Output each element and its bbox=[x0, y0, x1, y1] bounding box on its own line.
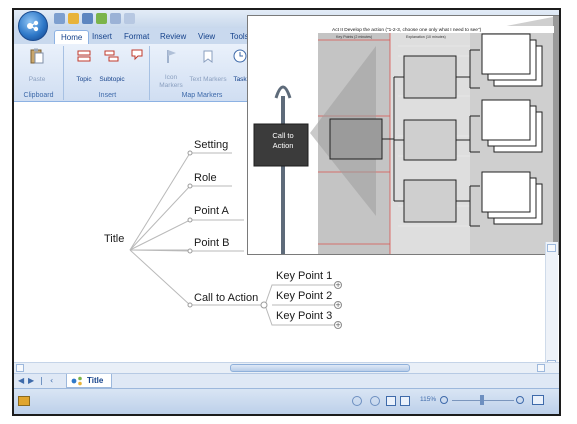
horizontal-scroll-thumb[interactable] bbox=[230, 364, 410, 372]
topic-call-to-action[interactable]: Call to Action bbox=[194, 292, 258, 304]
subtopic-button[interactable]: Subtopic bbox=[98, 48, 126, 83]
connector-setting bbox=[129, 152, 232, 251]
subtopic-key-point-1[interactable]: Key Point 1 bbox=[276, 270, 332, 282]
tab-nav-first-icon[interactable]: ◀ bbox=[18, 376, 24, 385]
group-clipboard: Paste Clipboard bbox=[14, 46, 64, 100]
document-tab-title[interactable]: Title bbox=[66, 374, 113, 388]
tab-format[interactable]: Format bbox=[118, 30, 155, 44]
stacked-cards bbox=[481, 33, 543, 225]
text-marker-icon bbox=[203, 50, 213, 63]
topic-point-a[interactable]: Point A bbox=[194, 205, 229, 217]
tab-nav-prev-icon[interactable]: ▶ bbox=[28, 376, 34, 385]
paste-button[interactable]: Paste bbox=[22, 48, 52, 83]
central-topic[interactable]: Title bbox=[104, 233, 124, 245]
keypoints-column-header: Key Points (2 minutes) bbox=[336, 35, 373, 39]
clipboard-icon bbox=[30, 48, 44, 64]
page: Home Insert Format Review View Tools Pas… bbox=[0, 0, 577, 424]
expand-key-point-3-icon[interactable]: + bbox=[334, 321, 342, 329]
subtopic-label: Subtopic bbox=[99, 76, 125, 83]
expand-key-point-2-icon[interactable]: + bbox=[334, 301, 342, 309]
quick-access-redo-icon[interactable] bbox=[110, 13, 121, 24]
topic-button[interactable]: Topic bbox=[72, 48, 96, 83]
filter-icon[interactable] bbox=[352, 396, 362, 406]
quick-access-open-icon[interactable] bbox=[68, 13, 79, 24]
quick-access-new-icon[interactable] bbox=[54, 13, 65, 24]
tab-nav-next-icon[interactable]: | bbox=[40, 376, 43, 385]
document-tabs-bar: ◀ ▶ | ‹ Title bbox=[14, 373, 559, 388]
tab-review[interactable]: Review bbox=[154, 30, 192, 44]
text-markers-label: Text Markers bbox=[189, 76, 227, 83]
focus-icon[interactable] bbox=[370, 396, 380, 406]
group-map-markers: Icon Markers Text Markers Task Map Marke… bbox=[152, 46, 252, 100]
topic-point-b[interactable]: Point B bbox=[194, 237, 229, 249]
quick-access-save-icon[interactable] bbox=[82, 13, 93, 24]
view-normal-icon[interactable] bbox=[386, 396, 396, 406]
icon-markers-button[interactable]: Icon Markers bbox=[154, 48, 188, 90]
quick-access-customize-icon[interactable] bbox=[124, 13, 135, 24]
zoom-out-icon[interactable] bbox=[440, 396, 448, 404]
vertical-scrollbar[interactable] bbox=[545, 242, 558, 372]
group-label-insert: Insert bbox=[98, 92, 117, 99]
group-label-clipboard: Clipboard bbox=[23, 92, 54, 99]
storyboard-picture: Act II Develop the action ("1-2-3, choos… bbox=[247, 15, 559, 255]
topic-label: Topic bbox=[76, 76, 92, 83]
task-clock-icon bbox=[233, 49, 247, 63]
call-to-action-label: Call to Action bbox=[272, 131, 294, 150]
topic-role[interactable]: Role bbox=[194, 172, 217, 184]
subtopic-key-point-3[interactable]: Key Point 3 bbox=[276, 310, 332, 322]
text-markers-button[interactable]: Text Markers bbox=[188, 48, 228, 83]
group-label-map-markers: Map Markers bbox=[181, 92, 223, 99]
scroll-left-icon[interactable] bbox=[16, 364, 24, 372]
marker-flag-icon bbox=[167, 50, 176, 63]
callout-button[interactable] bbox=[128, 48, 146, 68]
topic-icon bbox=[77, 50, 91, 62]
fit-map-icon[interactable] bbox=[532, 395, 544, 405]
zoom-level: 115% bbox=[420, 396, 437, 403]
subtopic-icon bbox=[104, 50, 119, 62]
status-bar: 115% bbox=[14, 388, 559, 414]
view-outline-icon[interactable] bbox=[400, 396, 410, 406]
topic-setting[interactable]: Setting bbox=[194, 139, 228, 151]
zoom-in-icon[interactable] bbox=[516, 396, 524, 404]
tab-home[interactable]: Home bbox=[54, 30, 90, 44]
quick-access-undo-icon[interactable] bbox=[96, 13, 107, 24]
map-doc-icon bbox=[71, 376, 82, 386]
app-logo-icon bbox=[27, 20, 39, 32]
document-tab-label: Title bbox=[87, 376, 104, 385]
storyboard-heading: Act II Develop the action ("1-2-3, choos… bbox=[332, 28, 482, 33]
right-edge bbox=[553, 16, 559, 254]
scroll-up-icon[interactable] bbox=[547, 244, 556, 252]
status-notes-icon[interactable] bbox=[18, 396, 30, 406]
scroll-right-icon[interactable] bbox=[537, 364, 545, 372]
paste-label: Paste bbox=[28, 76, 46, 83]
keypoint-box bbox=[329, 118, 383, 160]
group-insert: Topic Subtopic Insert bbox=[66, 46, 150, 100]
application-window: Home Insert Format Review View Tools Pas… bbox=[12, 8, 561, 416]
callout-icon bbox=[131, 49, 143, 61]
application-menu-button[interactable] bbox=[18, 11, 48, 41]
expand-key-point-1-icon[interactable]: + bbox=[334, 281, 342, 289]
tab-view[interactable]: View bbox=[192, 30, 221, 44]
subtopic-key-point-2[interactable]: Key Point 2 bbox=[276, 290, 332, 302]
tab-insert[interactable]: Insert bbox=[86, 30, 118, 44]
horizontal-scrollbar[interactable] bbox=[14, 362, 559, 373]
tab-nav-last-icon[interactable]: ‹ bbox=[50, 376, 53, 385]
explanation-column-header: Explanation (10 minutes) bbox=[406, 35, 446, 39]
lamp-pole bbox=[281, 96, 285, 254]
zoom-slider-thumb[interactable] bbox=[480, 395, 484, 405]
explanation-boxes bbox=[403, 55, 457, 223]
icon-markers-label: Icon Markers bbox=[159, 74, 183, 89]
